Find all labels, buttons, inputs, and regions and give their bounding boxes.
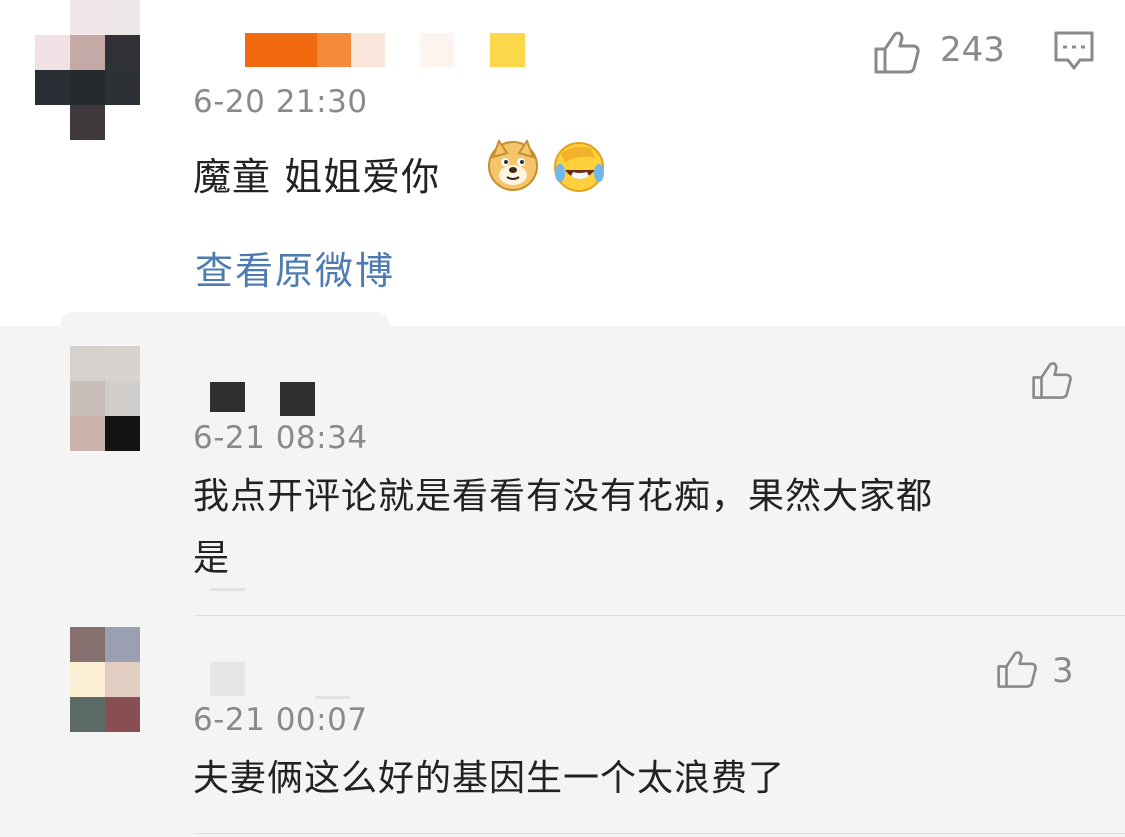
nickname-redacted [280,382,315,416]
post-time: 6-20 21:30 [193,84,368,120]
view-original-post-link[interactable]: 查看原微博 [195,240,395,295]
nickname-redacted [317,33,351,67]
comment-list: 6-21 08:34 我点开评论就是看看有没有花痴，果然大家都 是 3 6-21… [0,312,1125,837]
comment-time: 6-21 00:07 [193,702,368,738]
avatar[interactable] [70,627,140,732]
avatar[interactable] [35,0,140,140]
nickname-redacted [351,33,385,67]
nickname-redacted [420,33,454,67]
like-count: 3 [1052,651,1074,691]
like-count: 243 [940,30,1005,70]
comment-text: 是 [193,538,231,579]
nickname-redacted [490,33,525,67]
original-post: 243 6-20 21:30 魔童 姐姐爱你 查看原微博 [0,0,1125,326]
comment-icon[interactable] [1053,30,1095,72]
comment-time: 6-21 08:34 [193,420,368,456]
avatar[interactable] [70,346,175,451]
thumbs-up-icon[interactable] [1031,360,1073,400]
divider [195,833,1125,834]
redacted-mark [315,696,350,699]
comment-text: 夫妻俩这么好的基因生一个太浪费了 [193,758,786,799]
doge-emoji [488,138,538,191]
comment-list-notch [60,312,390,326]
nickname-redacted[interactable] [210,662,245,696]
nickname-redacted[interactable] [210,382,245,412]
nickname-redacted[interactable] [245,33,317,67]
divider [195,615,1125,616]
comment-text: 我点开评论就是看看有没有花痴，果然大家都 [193,476,934,517]
laughing-crying-emoji [554,142,604,192]
redacted-mark [210,588,245,591]
thumbs-up-icon[interactable] [873,30,921,74]
thumbs-up-icon[interactable] [996,649,1038,689]
post-text: 魔童 姐姐爱你 [193,155,441,199]
weibo-comment-screen: 243 6-20 21:30 魔童 姐姐爱你 查看原微博 6-21 08:34 … [0,0,1125,837]
